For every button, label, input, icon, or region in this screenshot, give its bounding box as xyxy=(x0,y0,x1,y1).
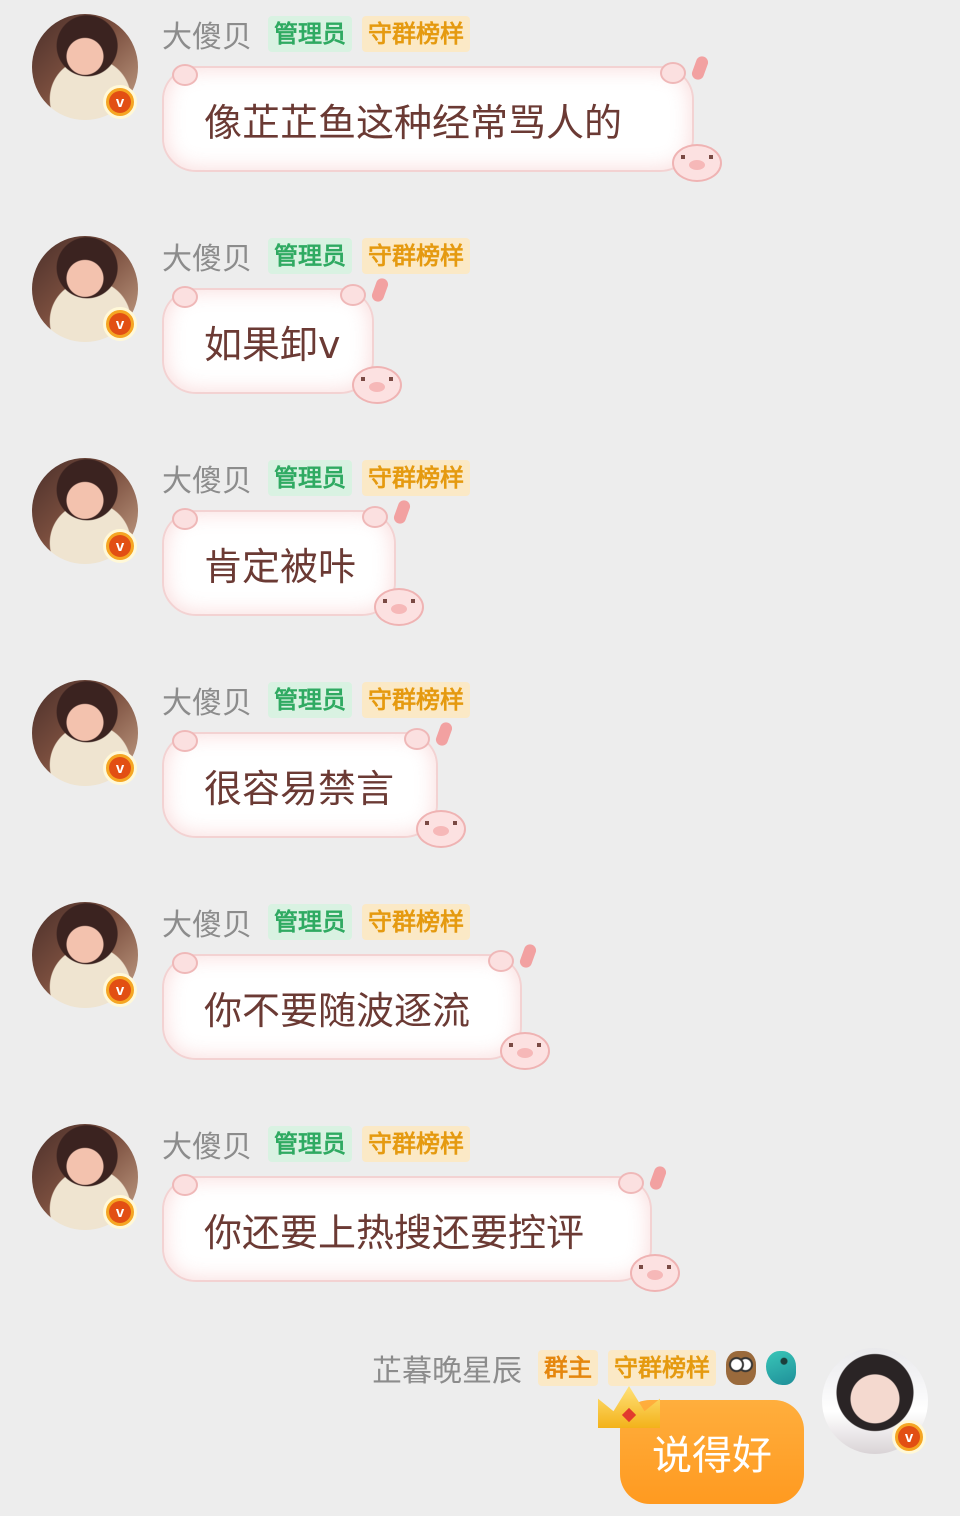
pig-ear-icon xyxy=(172,508,198,530)
admin-tag: 管理员 xyxy=(268,16,352,52)
verified-badge-icon: v xyxy=(103,751,137,785)
message-header: 大傻贝 管理员 守群榜样 xyxy=(162,900,470,944)
exclamation-icon xyxy=(518,942,538,970)
model-member-tag: 守群榜样 xyxy=(362,682,470,718)
pig-face-icon xyxy=(630,1254,680,1292)
message-text: 如果卸v xyxy=(204,322,341,367)
sender-name[interactable]: 大傻贝 xyxy=(162,234,252,278)
exclamation-icon xyxy=(392,498,412,526)
pig-ear-icon xyxy=(618,1172,644,1194)
pig-face-icon xyxy=(352,366,402,404)
pig-face-icon xyxy=(672,144,722,182)
pig-ear-icon xyxy=(172,730,198,752)
chat-area[interactable]: v 大傻贝 管理员 守群榜样 像芷芷鱼这种经常骂人的 v 大傻贝 管理员 守群榜… xyxy=(0,0,960,1516)
owl-icon xyxy=(726,1351,756,1385)
sender-name[interactable]: 大傻贝 xyxy=(162,678,252,722)
chat-message: v 大傻贝 管理员 守群榜样 你不要随波逐流 xyxy=(0,888,960,1088)
message-header: 大傻贝 管理员 守群榜样 xyxy=(162,456,470,500)
self-message-header: 芷暮晚星辰 群主 守群榜样 xyxy=(372,1350,796,1389)
admin-tag: 管理员 xyxy=(268,238,352,274)
chat-message: v 大傻贝 管理员 守群榜样 很容易禁言 xyxy=(0,666,960,866)
verified-badge-icon: v xyxy=(103,973,137,1007)
message-text: 说得好 xyxy=(652,1433,772,1479)
exclamation-icon xyxy=(434,720,454,748)
message-bubble[interactable]: 你不要随波逐流 xyxy=(162,942,550,1070)
pig-ear-icon xyxy=(362,506,388,528)
sender-name[interactable]: 芷暮晚星辰 xyxy=(372,1346,522,1390)
sender-name[interactable]: 大傻贝 xyxy=(162,900,252,944)
message-bubble[interactable]: 你还要上热搜还要控评 xyxy=(162,1164,680,1292)
verified-badge-icon: v xyxy=(103,85,137,119)
message-text: 你不要随波逐流 xyxy=(204,988,471,1033)
message-bubble[interactable]: 如果卸v xyxy=(162,276,402,404)
pig-ear-icon xyxy=(488,950,514,972)
exclamation-icon xyxy=(648,1164,668,1192)
message-header: 大傻贝 管理员 守群榜样 xyxy=(162,678,470,722)
verified-badge-icon: v xyxy=(103,307,137,341)
admin-tag: 管理员 xyxy=(268,460,352,496)
pig-ear-icon xyxy=(404,728,430,750)
chat-message: v 大傻贝 管理员 守群榜样 你还要上热搜还要控评 xyxy=(0,1110,960,1310)
pig-ear-icon xyxy=(172,286,198,308)
verified-badge-icon: v xyxy=(892,1420,926,1454)
pig-face-icon xyxy=(416,810,466,848)
pig-face-icon xyxy=(500,1032,550,1070)
verified-badge-icon: v xyxy=(103,529,137,563)
model-member-tag: 守群榜样 xyxy=(362,904,470,940)
pig-ear-icon xyxy=(172,952,198,974)
message-header: 大傻贝 管理员 守群榜样 xyxy=(162,234,470,278)
model-member-tag: 守群榜样 xyxy=(608,1350,716,1386)
message-text: 你还要上热搜还要控评 xyxy=(204,1210,585,1255)
sender-name[interactable]: 大傻贝 xyxy=(162,456,252,500)
sender-name[interactable]: 大傻贝 xyxy=(162,1122,252,1166)
exclamation-icon xyxy=(690,54,710,82)
pig-ear-icon xyxy=(172,64,198,86)
message-header: 大傻贝 管理员 守群榜样 xyxy=(162,12,470,56)
message-bubble[interactable]: 像芷芷鱼这种经常骂人的 xyxy=(162,54,722,182)
message-text: 很容易禁言 xyxy=(204,766,395,811)
model-member-tag: 守群榜样 xyxy=(362,16,470,52)
owner-tag: 群主 xyxy=(538,1350,598,1386)
admin-tag: 管理员 xyxy=(268,1126,352,1162)
chat-message: v 大傻贝 管理员 守群榜样 肯定被咔 xyxy=(0,444,960,644)
message-text: 肯定被咔 xyxy=(204,544,357,589)
pig-ear-icon xyxy=(172,1174,198,1196)
model-member-tag: 守群榜样 xyxy=(362,238,470,274)
pig-ear-icon xyxy=(340,284,366,306)
admin-tag: 管理员 xyxy=(268,904,352,940)
bird-icon xyxy=(766,1351,796,1385)
exclamation-icon xyxy=(370,276,390,304)
pig-face-icon xyxy=(374,588,424,626)
message-bubble[interactable]: 很容易禁言 xyxy=(162,720,466,848)
chat-message: v 大傻贝 管理员 守群榜样 像芷芷鱼这种经常骂人的 xyxy=(0,0,960,200)
chat-message: v 大傻贝 管理员 守群榜样 如果卸v xyxy=(0,222,960,422)
message-header: 大傻贝 管理员 守群榜样 xyxy=(162,1122,470,1166)
model-member-tag: 守群榜样 xyxy=(362,460,470,496)
admin-tag: 管理员 xyxy=(268,682,352,718)
sender-name[interactable]: 大傻贝 xyxy=(162,12,252,56)
pig-ear-icon xyxy=(660,62,686,84)
message-bubble[interactable]: 肯定被咔 xyxy=(162,498,424,626)
verified-badge-icon: v xyxy=(103,1195,137,1229)
model-member-tag: 守群榜样 xyxy=(362,1126,470,1162)
message-text: 像芷芷鱼这种经常骂人的 xyxy=(204,100,623,145)
